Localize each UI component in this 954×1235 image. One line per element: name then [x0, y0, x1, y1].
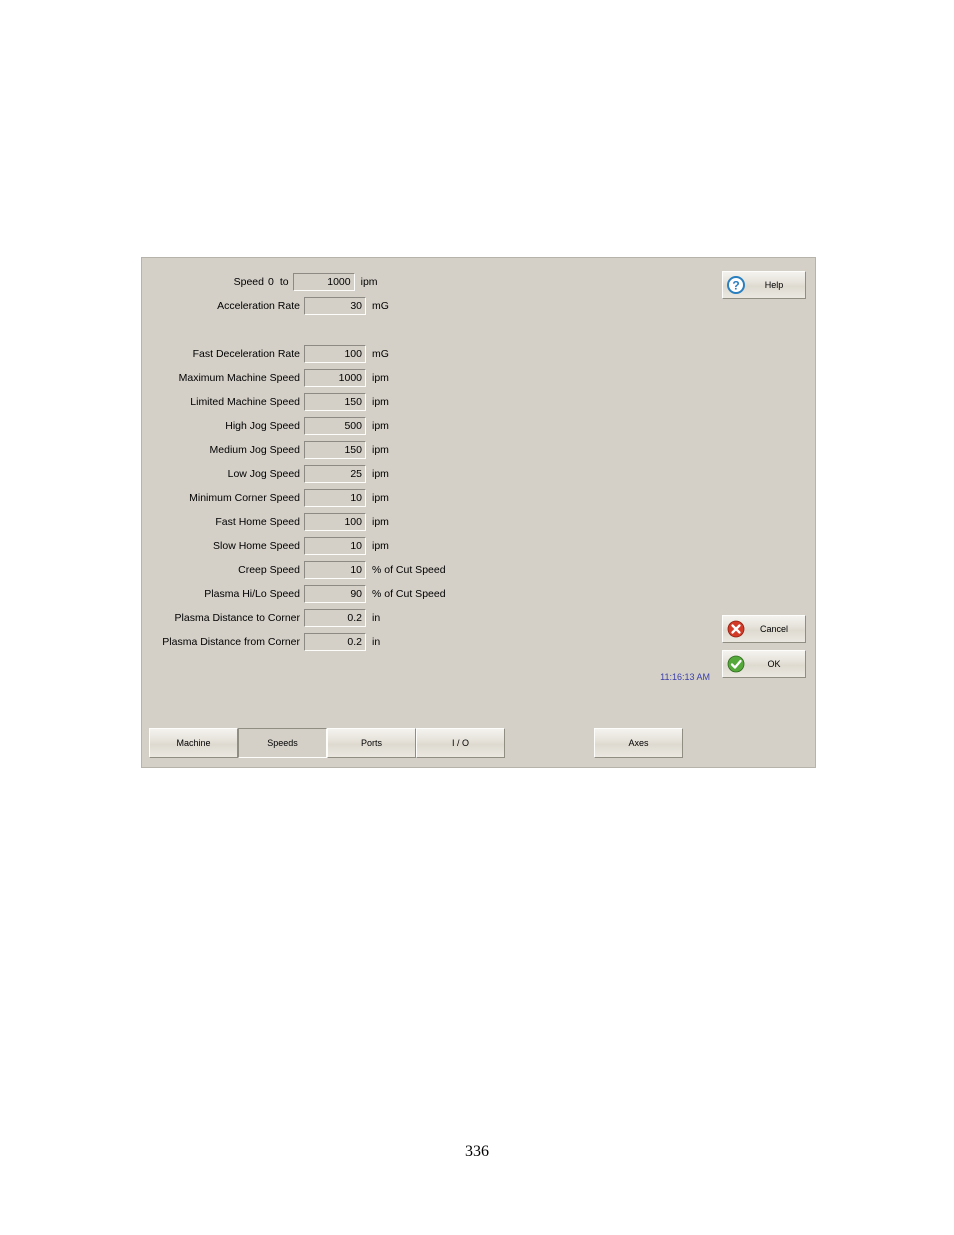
- param-unit: % of Cut Speed: [366, 588, 446, 600]
- param-row: Medium Jog Speed ipm: [142, 438, 597, 462]
- tab-speeds[interactable]: Speeds: [238, 728, 327, 758]
- param-input[interactable]: [304, 345, 366, 363]
- param-input[interactable]: [304, 537, 366, 555]
- speed-unit: ipm: [355, 276, 378, 288]
- param-row: Slow Home Speed ipm: [142, 534, 597, 558]
- speed-range-row: Speed 0 to ipm: [142, 270, 597, 294]
- param-label: High Jog Speed: [142, 420, 304, 432]
- tab-axes[interactable]: Axes: [594, 728, 683, 758]
- param-label: Plasma Hi/Lo Speed: [142, 588, 304, 600]
- acceleration-rate-unit: mG: [366, 300, 389, 312]
- param-input[interactable]: [304, 489, 366, 507]
- param-label: Low Jog Speed: [142, 468, 304, 480]
- tab-machine[interactable]: Machine: [149, 728, 238, 758]
- param-unit: % of Cut Speed: [366, 564, 446, 576]
- help-button[interactable]: ? Help: [722, 271, 806, 299]
- param-label: Fast Home Speed: [142, 516, 304, 528]
- timestamp: 11:16:13 AM: [660, 672, 710, 682]
- param-unit: ipm: [366, 396, 389, 408]
- param-unit: ipm: [366, 420, 389, 432]
- param-input[interactable]: [304, 393, 366, 411]
- speed-form: Speed 0 to ipm Acceleration Rate mG Fast…: [142, 270, 597, 654]
- param-row: Maximum Machine Speed ipm: [142, 366, 597, 390]
- ok-button[interactable]: OK: [722, 650, 806, 678]
- cancel-button-label: Cancel: [747, 624, 801, 634]
- param-input[interactable]: [304, 633, 366, 651]
- param-label: Medium Jog Speed: [142, 444, 304, 456]
- param-unit: ipm: [366, 444, 389, 456]
- settings-panel: ? Help Cancel OK Speed 0 to ipm: [141, 257, 816, 768]
- param-unit: mG: [366, 348, 389, 360]
- cancel-icon: [727, 620, 745, 638]
- param-unit: ipm: [366, 372, 389, 384]
- side-button-column: ? Help: [722, 271, 806, 299]
- param-label: Plasma Distance from Corner: [142, 636, 304, 648]
- bottom-tabs: Machine Speeds Ports I / O Axes: [149, 728, 683, 758]
- param-row: Plasma Hi/Lo Speed % of Cut Speed: [142, 582, 597, 606]
- param-input[interactable]: [304, 585, 366, 603]
- param-input[interactable]: [304, 609, 366, 627]
- speed-max-input[interactable]: [293, 273, 355, 291]
- param-row: Limited Machine Speed ipm: [142, 390, 597, 414]
- acceleration-rate-input[interactable]: [304, 297, 366, 315]
- param-unit: ipm: [366, 540, 389, 552]
- param-row: Plasma Distance to Corner in: [142, 606, 597, 630]
- param-row: Fast Home Speed ipm: [142, 510, 597, 534]
- param-input[interactable]: [304, 465, 366, 483]
- param-input[interactable]: [304, 417, 366, 435]
- param-unit: in: [366, 612, 380, 624]
- param-row: Plasma Distance from Corner in: [142, 630, 597, 654]
- param-label: Fast Deceleration Rate: [142, 348, 304, 360]
- tab-io[interactable]: I / O: [416, 728, 505, 758]
- param-row: High Jog Speed ipm: [142, 414, 597, 438]
- param-row: Fast Deceleration Rate mG: [142, 342, 597, 366]
- cancel-button[interactable]: Cancel: [722, 615, 806, 643]
- param-unit: ipm: [366, 516, 389, 528]
- param-row: Creep Speed % of Cut Speed: [142, 558, 597, 582]
- speed-label: Speed: [142, 276, 266, 288]
- param-input[interactable]: [304, 369, 366, 387]
- param-label: Maximum Machine Speed: [142, 372, 304, 384]
- param-input[interactable]: [304, 441, 366, 459]
- acceleration-rate-row: Acceleration Rate mG: [142, 294, 597, 318]
- acceleration-rate-label: Acceleration Rate: [142, 300, 304, 312]
- speed-min: 0: [266, 276, 276, 288]
- param-unit: in: [366, 636, 380, 648]
- param-unit: ipm: [366, 468, 389, 480]
- svg-text:?: ?: [732, 279, 739, 293]
- param-label: Plasma Distance to Corner: [142, 612, 304, 624]
- param-label: Creep Speed: [142, 564, 304, 576]
- param-label: Limited Machine Speed: [142, 396, 304, 408]
- param-row: Minimum Corner Speed ipm: [142, 486, 597, 510]
- side-button-column-lower: Cancel OK: [722, 615, 806, 678]
- speed-to: to: [276, 276, 293, 288]
- parameter-rows: Fast Deceleration Rate mG Maximum Machine …: [142, 342, 597, 654]
- param-label: Slow Home Speed: [142, 540, 304, 552]
- ok-icon: [727, 655, 745, 673]
- help-button-label: Help: [747, 280, 801, 290]
- param-unit: ipm: [366, 492, 389, 504]
- param-input[interactable]: [304, 513, 366, 531]
- param-row: Low Jog Speed ipm: [142, 462, 597, 486]
- tab-ports[interactable]: Ports: [327, 728, 416, 758]
- ok-button-label: OK: [747, 659, 801, 669]
- page-number: 336: [0, 1143, 954, 1161]
- help-icon: ?: [727, 276, 745, 294]
- param-label: Minimum Corner Speed: [142, 492, 304, 504]
- param-input[interactable]: [304, 561, 366, 579]
